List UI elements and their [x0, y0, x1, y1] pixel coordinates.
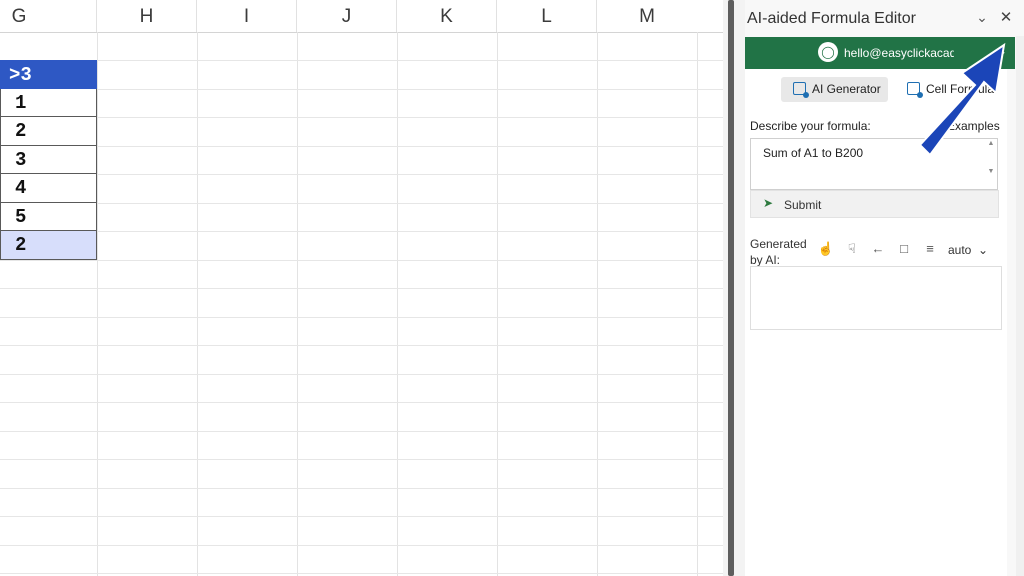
pane-splitter-handle[interactable] — [728, 0, 734, 576]
grid-horizontal-line — [0, 573, 723, 574]
chevron-down-icon[interactable]: ⌄ — [974, 9, 990, 27]
grid-horizontal-line — [0, 231, 723, 232]
back-arrow-icon[interactable]: ← — [869, 241, 887, 257]
user-icon: ◯ — [818, 42, 838, 62]
formula-description-input[interactable]: Sum of A1 to B200 ▲ ▼ — [750, 138, 998, 190]
examples-link[interactable]: Examples — [947, 119, 1000, 133]
chevron-down-icon: ⌄ — [974, 243, 989, 257]
cell-g-header[interactable]: >3 — [0, 60, 97, 89]
grid-vertical-line — [197, 32, 198, 576]
tab-cell-formula[interactable]: Cell Formula — [895, 77, 995, 102]
account-bar[interactable]: ◯ hello@easyclickacademy.com ⌄ — [745, 37, 1015, 69]
describe-formula-label: Describe your formula: — [750, 119, 871, 133]
column-header-i[interactable]: I — [197, 0, 297, 32]
grid-horizontal-line — [0, 89, 723, 90]
grid-vertical-line — [297, 32, 298, 576]
grid-horizontal-line — [0, 516, 723, 517]
column-header-k[interactable]: K — [397, 0, 497, 32]
grid-horizontal-line — [0, 431, 723, 432]
cell-grid[interactable]: >3 1 2 3 4 5 2 — [0, 32, 723, 576]
grid-horizontal-line — [0, 374, 723, 375]
cell-g-value[interactable]: 2 — [0, 117, 97, 146]
thumbs-down-icon[interactable]: ☟ — [843, 241, 861, 257]
grid-horizontal-line — [0, 488, 723, 489]
cell-g-value[interactable]: 3 — [0, 145, 97, 174]
grid-vertical-line — [497, 32, 498, 576]
column-header-h[interactable]: H — [97, 0, 197, 32]
submit-label: Submit — [784, 198, 822, 212]
align-icon[interactable]: ≡ — [921, 241, 939, 257]
pane-splitter[interactable] — [723, 0, 745, 576]
pane-content: AI Generator Cell Formula Describe your … — [745, 69, 1007, 576]
generated-by-ai-label: Generated by AI: — [750, 237, 807, 267]
grid-horizontal-line — [0, 203, 723, 204]
account-email: hello@easyclickacademy.com — [844, 46, 954, 60]
formula-editor-pane: AI-aided Formula Editor ⌄ ✕ ◯ hello@easy… — [745, 0, 1024, 576]
cell-g-value[interactable]: 4 — [0, 174, 97, 203]
output-mode-select[interactable]: auto ⌄ — [948, 243, 988, 257]
grid-vertical-line — [697, 32, 698, 576]
grid-horizontal-line — [0, 345, 723, 346]
close-icon[interactable]: ✕ — [998, 8, 1014, 26]
comment-icon[interactable]: □ — [895, 241, 913, 257]
formula-description-value: Sum of A1 to B200 — [763, 146, 864, 160]
chevron-down-icon[interactable]: ⌄ — [997, 44, 1007, 58]
submit-button[interactable]: ➤ Submit — [750, 190, 999, 218]
output-mode-value: auto — [948, 243, 972, 257]
grid-vertical-line — [397, 32, 398, 576]
grid-horizontal-line — [0, 60, 723, 61]
send-icon: ➤ — [763, 196, 774, 210]
thumbs-up-icon[interactable]: ☝ — [817, 241, 835, 257]
column-header-g[interactable]: G — [0, 0, 97, 32]
ai-generator-icon — [793, 82, 809, 98]
tab-label: Cell Formula — [926, 82, 995, 96]
cell-formula-icon — [907, 82, 923, 98]
pane-scrollbar[interactable] — [1016, 36, 1024, 576]
grid-horizontal-line — [0, 260, 723, 261]
grid-horizontal-line — [0, 545, 723, 546]
grid-horizontal-line — [0, 174, 723, 175]
grid-horizontal-line — [0, 146, 723, 147]
grid-horizontal-line — [0, 402, 723, 403]
tab-ai-generator[interactable]: AI Generator — [781, 77, 888, 102]
generated-formula-output[interactable] — [750, 266, 1002, 330]
grid-vertical-line — [97, 32, 98, 576]
cell-g-value[interactable]: 1 — [0, 88, 97, 117]
textarea-scrollbar[interactable]: ▲ ▼ — [986, 140, 996, 188]
column-header-row: G H I J K L M — [0, 0, 723, 33]
grid-horizontal-line — [0, 459, 723, 460]
pane-title: AI-aided Formula Editor — [747, 10, 916, 27]
grid-horizontal-line — [0, 117, 723, 118]
grid-horizontal-line — [0, 288, 723, 289]
cell-g-value[interactable]: 5 — [0, 202, 97, 231]
spreadsheet[interactable]: G H I J K L M >3 1 2 3 4 5 2 — [0, 0, 723, 576]
grid-horizontal-line — [0, 317, 723, 318]
column-header-m[interactable]: M — [597, 0, 697, 32]
grid-vertical-line — [597, 32, 598, 576]
column-header-j[interactable]: J — [297, 0, 397, 32]
tab-label: AI Generator — [812, 82, 881, 96]
column-header-l[interactable]: L — [497, 0, 597, 32]
cell-g-result[interactable]: 2 — [0, 231, 97, 260]
